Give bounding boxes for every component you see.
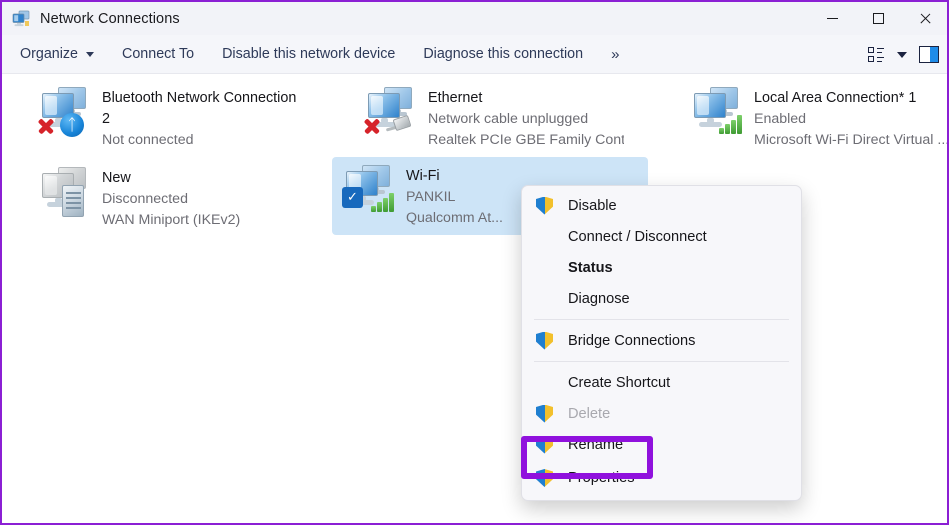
list-item-name: New xyxy=(102,168,240,189)
list-item-name: Wi-Fi xyxy=(406,166,503,187)
menu-item-label: Delete xyxy=(568,406,610,422)
toolbar-diagnose-label: Diagnose this connection xyxy=(423,46,583,62)
menu-item-rename[interactable]: Rename xyxy=(522,429,801,460)
list-item-checkbox[interactable]: ✓ xyxy=(342,187,363,208)
uac-shield-icon xyxy=(536,469,553,487)
menu-item-delete[interactable]: Delete xyxy=(522,398,801,429)
red-x-badge xyxy=(362,116,382,136)
network-adapter-icon-gray xyxy=(34,163,96,221)
menu-separator xyxy=(534,319,789,320)
list-item-adapter: WAN Miniport (IKEv2) xyxy=(102,210,240,231)
menu-item-label: Properties xyxy=(568,470,635,486)
minimize-button[interactable] xyxy=(809,2,855,35)
network-connections-window: Network Connections Organize Connect To … xyxy=(0,0,949,525)
menu-item-properties[interactable]: Properties xyxy=(522,460,801,496)
titlebar: Network Connections xyxy=(2,2,947,35)
menu-item-label: Diagnose xyxy=(568,291,630,307)
uac-shield-icon xyxy=(536,197,553,215)
menu-item-label: Bridge Connections xyxy=(568,333,695,349)
menu-item-label: Create Shortcut xyxy=(568,375,670,391)
connections-list: ᛏ Bluetooth Network Connection 2 Not con… xyxy=(2,75,947,523)
menu-item-bridge-connections[interactable]: Bridge Connections xyxy=(522,325,801,356)
toolbar-connect-to-label: Connect To xyxy=(122,46,194,62)
toolbar-connect-to-button[interactable]: Connect To xyxy=(112,39,204,69)
list-item[interactable]: Ethernet Network cable unplugged Realtek… xyxy=(354,79,654,157)
window-controls xyxy=(809,2,947,35)
network-adapter-icon: ✓ xyxy=(338,161,400,219)
wan-miniport-badge xyxy=(62,185,84,217)
menu-item-create-shortcut[interactable]: Create Shortcut xyxy=(522,367,801,398)
list-item-name: Ethernet xyxy=(428,88,624,109)
network-adapter-icon xyxy=(686,83,748,141)
toolbar-right-group xyxy=(868,35,939,74)
toolbar-organize-button[interactable]: Organize xyxy=(10,39,104,69)
maximize-button[interactable] xyxy=(855,2,901,35)
menu-separator xyxy=(534,361,789,362)
toolbar-disable-device-label: Disable this network device xyxy=(222,46,395,62)
uac-shield-icon xyxy=(536,405,553,423)
list-item-status: Enabled xyxy=(754,109,949,130)
list-item-status: Network cable unplugged xyxy=(428,109,624,130)
list-item-status: Not connected xyxy=(102,130,298,151)
toolbar-overflow-button[interactable]: » xyxy=(605,46,625,63)
list-item-status: PANKIL xyxy=(406,187,503,208)
chevron-down-icon xyxy=(86,52,94,57)
red-x-badge xyxy=(36,116,56,136)
menu-item-label: Disable xyxy=(568,198,617,214)
toolbar-organize-label: Organize xyxy=(20,46,78,62)
list-item-adapter: Realtek PCIe GBE Family Contr... xyxy=(428,130,624,151)
close-button[interactable] xyxy=(901,2,947,35)
network-adapter-icon: ᛏ xyxy=(34,83,96,141)
toolbar-diagnose-button[interactable]: Diagnose this connection xyxy=(413,39,593,69)
network-adapter-icon xyxy=(360,83,422,141)
window-title: Network Connections xyxy=(40,11,180,27)
list-item[interactable]: New Disconnected WAN Miniport (IKEv2) xyxy=(28,159,328,237)
chevron-down-icon[interactable] xyxy=(897,52,907,58)
uac-shield-icon xyxy=(536,436,553,454)
list-item[interactable]: Local Area Connection* 1 Enabled Microso… xyxy=(680,79,949,157)
menu-item-diagnose[interactable]: Diagnose xyxy=(522,283,801,314)
uac-shield-icon xyxy=(536,332,553,350)
preview-pane-icon[interactable] xyxy=(919,46,939,63)
view-layout-icon[interactable] xyxy=(868,47,885,62)
menu-item-label: Connect / Disconnect xyxy=(568,229,707,245)
menu-item-label: Status xyxy=(568,260,613,276)
menu-item-connect-disconnect[interactable]: Connect / Disconnect xyxy=(522,221,801,252)
minimize-icon xyxy=(827,18,838,19)
toolbar: Organize Connect To Disable this network… xyxy=(2,35,947,74)
list-item-adapter: Microsoft Wi-Fi Direct Virtual ... xyxy=(754,130,949,151)
signal-bars-badge xyxy=(370,189,398,213)
network-connections-icon xyxy=(12,10,30,28)
menu-item-status[interactable]: Status xyxy=(522,252,801,283)
menu-item-disable[interactable]: Disable xyxy=(522,190,801,221)
bluetooth-badge: ᛏ xyxy=(60,113,84,137)
list-item[interactable]: ᛏ Bluetooth Network Connection 2 Not con… xyxy=(28,79,328,157)
toolbar-disable-device-button[interactable]: Disable this network device xyxy=(212,39,405,69)
maximize-icon xyxy=(873,13,884,24)
list-item-status: Disconnected xyxy=(102,189,240,210)
context-menu: Disable Connect / Disconnect Status Diag… xyxy=(521,185,802,501)
menu-item-label: Rename xyxy=(568,437,623,453)
list-item-name: Bluetooth Network Connection 2 xyxy=(102,88,298,130)
list-item-name: Local Area Connection* 1 xyxy=(754,88,949,109)
list-item-adapter: Qualcomm At... xyxy=(406,208,503,229)
close-icon xyxy=(919,13,930,24)
ethernet-cable-badge xyxy=(386,115,416,135)
signal-bars-badge xyxy=(718,111,746,135)
